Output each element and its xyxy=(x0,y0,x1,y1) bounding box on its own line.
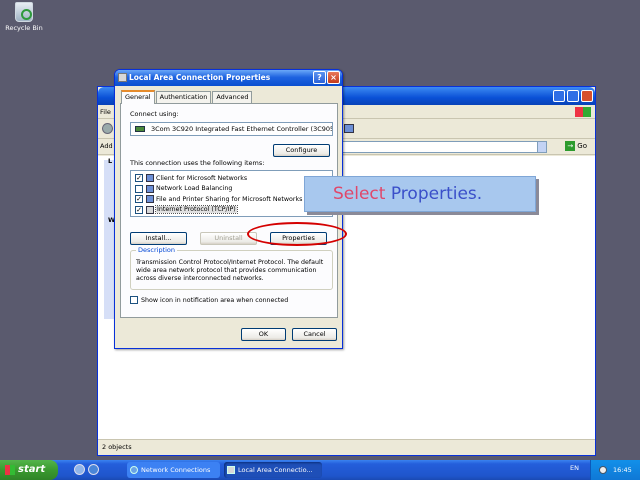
items-label: This connection uses the following items… xyxy=(130,159,265,167)
list-item[interactable]: Network Load Balancing xyxy=(135,184,232,194)
checkbox-file-printer-sharing[interactable]: ✓ xyxy=(135,195,143,203)
local-area-connection-icon xyxy=(227,466,235,474)
network-tray-icon[interactable] xyxy=(599,466,607,474)
list-item[interactable]: ✓ File and Printer Sharing for Microsoft… xyxy=(135,194,302,204)
cancel-button[interactable]: Cancel xyxy=(292,328,337,341)
install-button[interactable]: Install... xyxy=(130,232,187,245)
show-desktop-icon[interactable] xyxy=(74,464,85,475)
checkbox-load-balancing[interactable] xyxy=(135,184,143,193)
clock[interactable]: 16:45 xyxy=(613,466,632,474)
adapter-name: 3Com 3C920 Integrated Fast Ethernet Cont… xyxy=(151,125,333,133)
system-tray: 16:45 xyxy=(590,460,640,480)
item-label: Internet Protocol (TCP/IP) xyxy=(155,205,238,214)
task-label: Local Area Connectio... xyxy=(238,466,313,474)
highlight-ring xyxy=(247,222,347,246)
network-connection-icon xyxy=(118,73,127,82)
recycle-bin-label: Recycle Bin xyxy=(5,24,43,32)
description-legend: Description xyxy=(136,246,178,254)
maximize-button[interactable] xyxy=(567,90,579,102)
network-adapter-icon xyxy=(135,126,145,132)
status-bar: 2 objects xyxy=(98,439,595,455)
menu-file[interactable]: File xyxy=(100,108,111,116)
network-service-icon xyxy=(146,195,154,203)
task-label: Network Connections xyxy=(141,466,211,474)
protocol-icon xyxy=(146,205,154,214)
task-pane xyxy=(104,160,114,319)
go-arrow-icon: → xyxy=(565,141,576,151)
list-item[interactable]: ✓ Client for Microsoft Networks xyxy=(135,173,247,183)
recycle-bin-icon xyxy=(15,2,33,22)
go-button[interactable]: → Go xyxy=(565,141,587,151)
minimize-button[interactable] xyxy=(553,90,565,102)
network-service-icon xyxy=(146,184,154,193)
checkbox-tcp-ip[interactable]: ✓ xyxy=(135,205,143,214)
checkbox-show-icon[interactable] xyxy=(130,296,138,304)
adapter-name-field: 3Com 3C920 Integrated Fast Ethernet Cont… xyxy=(130,122,333,136)
close-window-button[interactable] xyxy=(581,90,593,102)
network-client-icon xyxy=(146,174,154,182)
tab-authentication[interactable]: Authentication xyxy=(155,91,212,103)
callout-word-select: Select xyxy=(333,184,386,204)
internet-explorer-icon[interactable] xyxy=(88,464,99,475)
language-indicator[interactable]: EN xyxy=(570,464,579,472)
checkbox-client[interactable]: ✓ xyxy=(135,174,143,182)
connect-using-label: Connect using: xyxy=(130,110,179,118)
taskbar: start Network Connections Local Area Con… xyxy=(0,460,640,480)
close-button[interactable]: × xyxy=(327,71,340,84)
address-dropdown-icon[interactable] xyxy=(537,141,547,153)
description-text: Transmission Control Protocol/Internet P… xyxy=(136,259,324,282)
description-group: Description Transmission Control Protoco… xyxy=(130,246,333,290)
item-label: File and Printer Sharing for Microsoft N… xyxy=(156,195,303,203)
item-label: Client for Microsoft Networks xyxy=(156,174,248,182)
callout-word-properties: Properties. xyxy=(390,184,483,204)
list-item-selected[interactable]: ✓ Internet Protocol (TCP/IP) xyxy=(135,205,238,215)
go-label: Go xyxy=(577,142,587,150)
start-button[interactable]: start xyxy=(0,460,58,480)
windows-flag-icon xyxy=(5,465,15,475)
item-label: Network Load Balancing xyxy=(156,185,233,192)
address-label: Add xyxy=(100,142,113,150)
recycle-bin-desktop-icon[interactable]: Recycle Bin xyxy=(4,2,44,32)
dialog-titlebar[interactable]: Local Area Connection Properties ? × xyxy=(115,70,342,86)
network-connections-icon xyxy=(130,466,138,474)
ok-button[interactable]: OK xyxy=(241,328,286,341)
taskbar-item-network-connections[interactable]: Network Connections xyxy=(127,462,220,478)
show-icon-label: Show icon in notification area when conn… xyxy=(141,296,289,304)
help-button[interactable]: ? xyxy=(313,71,326,84)
tab-general[interactable]: General xyxy=(121,90,155,104)
tab-advanced[interactable]: Advanced xyxy=(212,91,253,103)
dialog-title: Local Area Connection Properties xyxy=(129,73,271,82)
windows-logo-icon xyxy=(575,107,591,117)
show-icon-option[interactable]: Show icon in notification area when conn… xyxy=(130,296,288,304)
dialog-tabs: General Authentication Advanced xyxy=(121,90,253,104)
back-icon[interactable] xyxy=(102,123,113,134)
task-pane-letter-1: L xyxy=(108,157,113,165)
taskbar-item-local-area-connection[interactable]: Local Area Connectio... xyxy=(224,462,322,478)
views-icon[interactable] xyxy=(344,124,354,133)
start-label: start xyxy=(18,464,46,475)
configure-button[interactable]: Configure xyxy=(273,144,330,157)
instruction-callout: Select Properties. xyxy=(304,176,536,212)
connection-items-list: ✓ Client for Microsoft Networks Network … xyxy=(130,170,333,217)
